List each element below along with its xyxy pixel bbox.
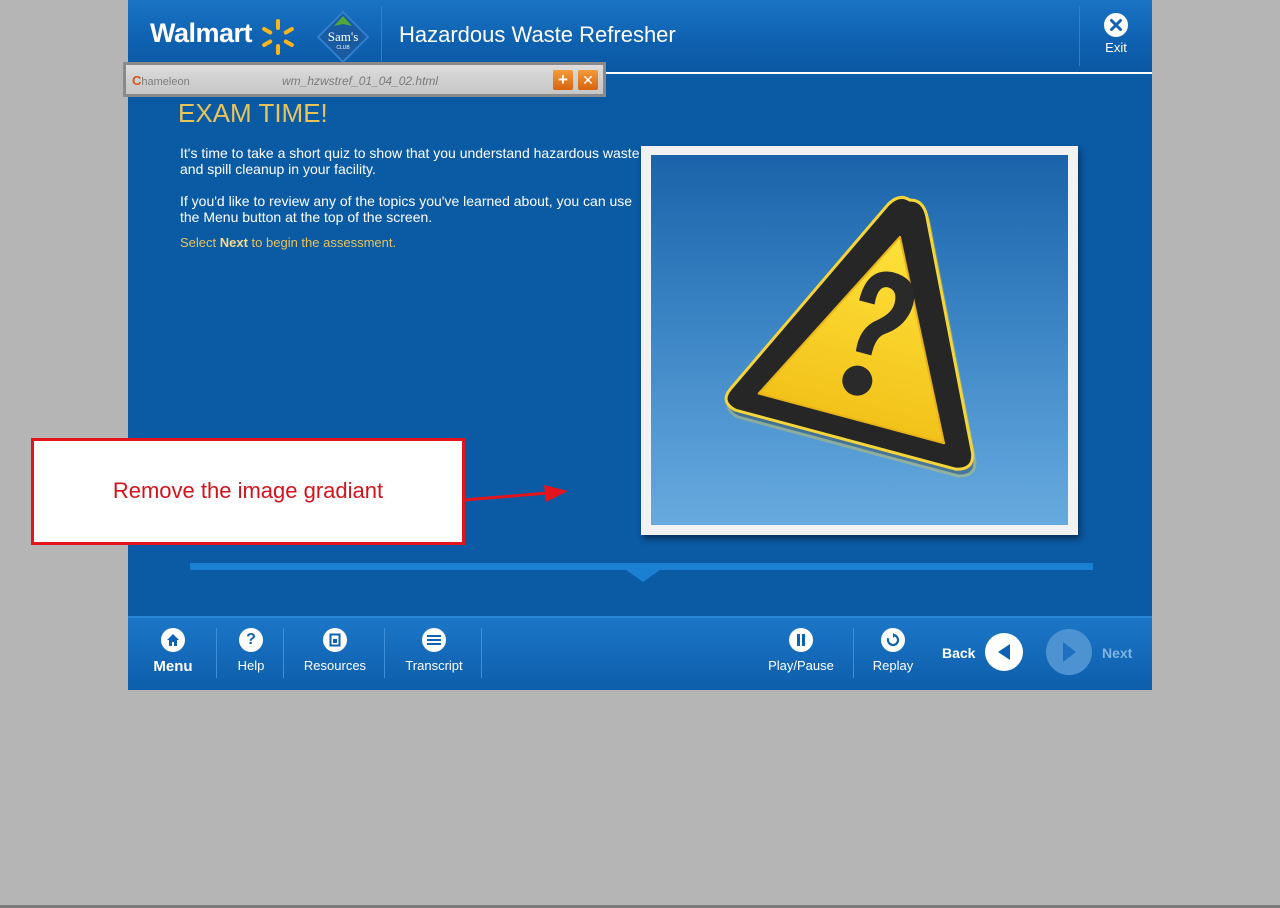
- header-divider: [1079, 6, 1080, 66]
- sams-logo-text: Sam's: [328, 29, 359, 44]
- chameleon-toolbar: Chameleon wm_hzwstref_01_04_02.html + ✕: [123, 62, 606, 97]
- resources-button[interactable]: Resources: [300, 628, 370, 673]
- menu-label: Menu: [153, 658, 193, 675]
- document-icon: [323, 628, 347, 652]
- annotation-arrow-icon: [463, 485, 568, 502]
- annotation-text: Remove the image gradiant: [112, 478, 384, 503]
- footer-divider: [216, 628, 217, 678]
- resources-label: Resources: [303, 658, 367, 673]
- progress-bar: [190, 563, 1093, 570]
- content-image-frame: [641, 146, 1078, 535]
- help-icon: ?: [239, 628, 263, 652]
- chameleon-logo-text: hameleon: [141, 76, 190, 88]
- help-label: Help: [237, 658, 265, 673]
- warning-question-icon: [724, 195, 977, 478]
- play-pause-button[interactable]: Play/Pause: [766, 628, 836, 673]
- chameleon-logo-initial: C: [132, 73, 142, 88]
- header-divider: [381, 6, 382, 66]
- chameleon-logo: Chameleon: [132, 73, 190, 88]
- content-image: [651, 155, 1068, 525]
- walmart-spark-icon: [262, 19, 294, 55]
- chameleon-expand-button[interactable]: +: [553, 70, 573, 90]
- replay-button[interactable]: Replay: [869, 628, 917, 673]
- course-footer: Menu ? Help Resources Transcript Play/Pa…: [128, 616, 1152, 690]
- transcript-button[interactable]: Transcript: [402, 628, 466, 673]
- back-label[interactable]: Back: [942, 645, 975, 661]
- exit-button[interactable]: Exit: [1090, 12, 1142, 64]
- progress-marker: [626, 570, 660, 582]
- sams-club-logo: Sam's CLUB: [316, 10, 370, 64]
- review-paragraph: If you'd like to review any of the topic…: [180, 193, 633, 225]
- back-button[interactable]: [985, 633, 1023, 671]
- annotation-callout: Remove the image gradiant: [31, 438, 465, 545]
- next-label[interactable]: Next: [1102, 645, 1132, 661]
- select-next-word: Next: [219, 235, 248, 250]
- footer-divider: [384, 628, 385, 678]
- select-suffix: to begin the assessment.: [247, 235, 397, 250]
- footer-divider: [283, 628, 284, 678]
- close-icon: [1104, 13, 1128, 37]
- course-title: Hazardous Waste Refresher: [399, 22, 676, 47]
- exit-label: Exit: [1105, 40, 1127, 55]
- help-button[interactable]: ? Help: [231, 628, 271, 673]
- sams-logo-subtext: CLUB: [336, 45, 350, 51]
- footer-divider: [481, 628, 482, 678]
- transcript-label: Transcript: [405, 658, 463, 673]
- pause-icon: [789, 628, 813, 652]
- list-icon: [422, 628, 446, 652]
- replay-icon: [881, 628, 905, 652]
- intro-paragraph: It's time to take a short quiz to show t…: [180, 145, 640, 177]
- page-title: EXAM TIME!: [178, 98, 328, 128]
- select-prefix: Select: [180, 235, 220, 250]
- course-window: Walmart Sam's CLUB Hazardous Waste Refre…: [128, 0, 1152, 690]
- next-button[interactable]: [1046, 629, 1092, 675]
- replay-label: Replay: [872, 658, 914, 673]
- menu-button[interactable]: Menu: [150, 628, 196, 675]
- select-next-instruction: Select Next to begin the assessment.: [180, 235, 396, 250]
- arrow-right-icon: [1063, 642, 1076, 662]
- play-pause-label: Play/Pause: [768, 658, 834, 673]
- walmart-logo: Walmart: [150, 18, 253, 48]
- arrow-left-icon: [998, 644, 1010, 660]
- footer-divider: [853, 628, 854, 678]
- chameleon-file-name: wm_hzwstref_01_04_02.html: [282, 74, 439, 88]
- home-icon: [161, 628, 185, 652]
- chameleon-close-button[interactable]: ✕: [578, 70, 598, 90]
